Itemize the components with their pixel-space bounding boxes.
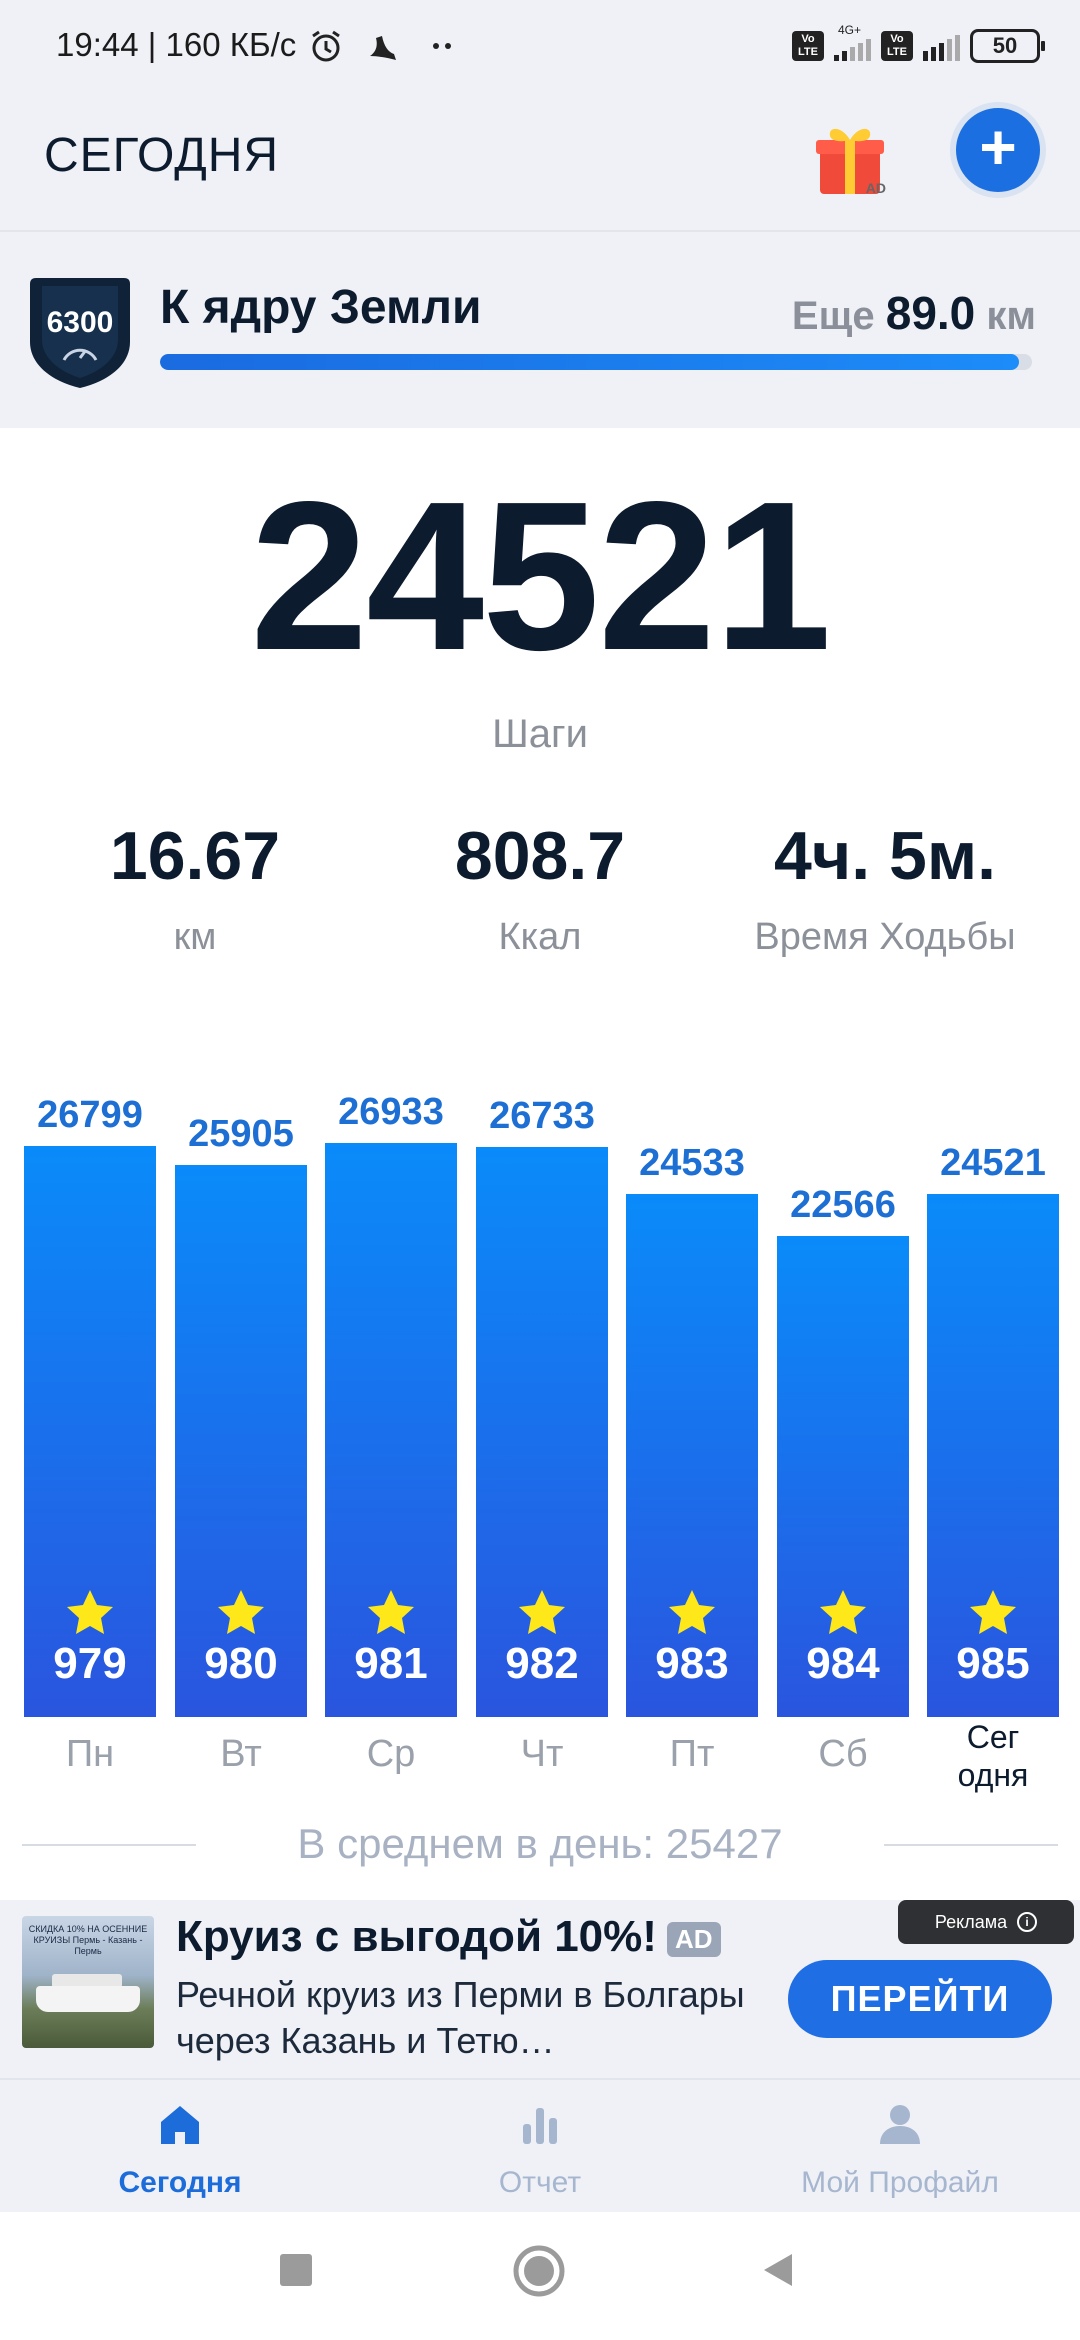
bar-chart-icon <box>523 2108 557 2144</box>
day-label: Ср <box>366 1733 416 1775</box>
star-icon <box>519 1590 565 1634</box>
bar-value-label: 24521 <box>940 1142 1046 1184</box>
bar-star-count: 983 <box>655 1639 729 1688</box>
signal-icon-2 <box>923 31 960 61</box>
gift-ad-label: AD <box>865 180 886 196</box>
badge-number: 6300 <box>47 306 114 339</box>
bar-value-label: 26933 <box>338 1091 444 1133</box>
tab-report-label: Отчет <box>498 2166 582 2199</box>
stat-walk-time: 4ч. 5м. Время Ходьбы <box>705 822 1065 959</box>
stat-distance-value: 16.67 <box>109 818 281 894</box>
home-icon <box>161 2106 199 2144</box>
system-nav-bar <box>0 2212 1080 2340</box>
tab-today-label: Сегодня <box>118 2166 242 2199</box>
steps-label: Шаги <box>492 712 588 756</box>
stat-calories-value: 808.7 <box>454 818 626 894</box>
star-icon <box>218 1590 264 1634</box>
ad-thumb-caption: СКИДКА 10% НА ОСЕННИЕ КРУИЗЫ Пермь - Каз… <box>28 1924 148 1956</box>
tab-profile-label: Мой Профайл <box>801 2166 999 2199</box>
star-icon <box>368 1590 414 1634</box>
plus-icon: + <box>979 111 1017 183</box>
stat-walk-time-label: Время Ходьбы <box>754 916 1016 958</box>
ship-hull <box>36 1986 140 2012</box>
tab-today[interactable]: Сегодня <box>0 2080 360 2214</box>
bar-value-label: 26799 <box>37 1094 143 1136</box>
battery-level: 50 <box>992 33 1018 58</box>
challenge-remaining: Еще 89.0 км <box>792 286 1036 340</box>
app-header: СЕГОДНЯ AD + <box>0 90 1080 232</box>
ad-info-text: Реклама <box>934 1911 1008 1932</box>
bar-star-count: 982 <box>505 1639 579 1688</box>
info-icon: i <box>1017 1912 1038 1932</box>
tab-profile[interactable]: Мой Профайл <box>720 2080 1080 2214</box>
star-icon <box>970 1590 1016 1634</box>
challenge-name: К ядру Земли <box>160 281 482 334</box>
ad-thumbnail[interactable]: СКИДКА 10% НА ОСЕННИЕ КРУИЗЫ Пермь - Каз… <box>22 1916 154 2048</box>
bar-value-label: 25905 <box>188 1113 294 1155</box>
bar-value-label: 22566 <box>790 1184 896 1226</box>
signal-icon: 4G+ <box>834 23 871 61</box>
day-label: Чт <box>520 1733 564 1775</box>
ad-description: Речной круиз из Перми в Болгары через Ка… <box>176 1974 745 2061</box>
ad-tag: AD <box>666 1921 721 1957</box>
day-label: Пн <box>65 1733 115 1775</box>
bar-star-count: 980 <box>204 1639 278 1688</box>
recents-icon[interactable] <box>276 2250 316 2290</box>
challenge-progress-bar <box>160 354 1032 370</box>
gift-ad-button[interactable]: AD <box>812 118 888 198</box>
more-dots-icon <box>433 43 451 49</box>
bar-value-label: 24533 <box>639 1142 745 1184</box>
star-icon <box>67 1590 113 1634</box>
bar-value-label: 26733 <box>489 1095 595 1137</box>
average-row: В среднем в день: 25427 <box>0 1820 1080 1870</box>
volte-icon: Vo LTE <box>792 31 824 61</box>
day-label: Сег одня <box>957 1719 1029 1793</box>
ad-info-label[interactable]: Реклама i <box>898 1900 1074 1944</box>
add-button[interactable]: + <box>950 102 1046 198</box>
day-label: Пт <box>669 1733 715 1775</box>
star-icon <box>669 1590 715 1634</box>
remaining-unit: км <box>986 294 1036 338</box>
status-time: 19:44 | 160 КБ/с <box>56 26 297 63</box>
steps-count: 24521 <box>250 457 832 694</box>
day-label: Вт <box>220 1733 262 1775</box>
challenge-card[interactable]: 6300 К ядру Земли Еще 89.0 км <box>0 232 1080 428</box>
back-icon[interactable] <box>758 2250 798 2290</box>
profile-icon <box>880 2105 920 2144</box>
bar-star-count: 979 <box>53 1639 127 1688</box>
status-bar: 19:44 | 160 КБ/с Vo LTE 4G+ Vo LTE 50 <box>0 0 1080 90</box>
remaining-prefix: Еще <box>791 294 875 338</box>
bottom-tab-bar: Сегодня Отчет Мой Профайл <box>0 2078 1080 2212</box>
weekly-steps-chart: 26799 979 Пн 25905 980 Вт 26933 981 Ср 26733 982 Чт… <box>0 1030 1080 1800</box>
alarm-icon <box>312 30 340 62</box>
stat-calories-label: Ккал <box>498 916 582 958</box>
status-right: Vo LTE 4G+ Vo LTE 50 <box>792 23 1045 64</box>
stat-distance: 16.67 км <box>15 822 375 959</box>
star-icon <box>820 1590 866 1634</box>
shoe-icon <box>370 36 396 60</box>
bar-star-count: 984 <box>806 1639 880 1688</box>
stat-calories: 808.7 Ккал <box>360 822 720 959</box>
volte-icon-2: Vo LTE <box>881 31 913 61</box>
challenge-progress-fill <box>160 354 1019 370</box>
ad-title: Круиз с выгодой 10%! AD <box>176 1912 721 1962</box>
challenge-badge-icon: 6300 <box>30 278 130 388</box>
stat-distance-label: км <box>173 916 217 958</box>
stat-walk-time-value: 4ч. 5м. <box>773 818 997 894</box>
battery-icon: 50 <box>970 29 1045 63</box>
bar-star-count: 985 <box>956 1639 1030 1688</box>
home-nav-icon[interactable] <box>512 2244 566 2298</box>
page-title: СЕГОДНЯ <box>44 129 280 182</box>
bar-star-count: 981 <box>354 1639 428 1688</box>
tab-report[interactable]: Отчет <box>360 2080 720 2214</box>
ad-cta-button[interactable]: ПЕРЕЙТИ <box>788 1960 1052 2038</box>
ad-title-text: Круиз с выгодой 10%! <box>176 1912 657 1961</box>
average-divider-right <box>884 1844 1058 1846</box>
day-label: Сб <box>818 1733 868 1775</box>
ad-banner[interactable]: СКИДКА 10% НА ОСЕННИЕ КРУИЗЫ Пермь - Каз… <box>0 1900 1080 2078</box>
remaining-value: 89.0 <box>885 287 976 339</box>
